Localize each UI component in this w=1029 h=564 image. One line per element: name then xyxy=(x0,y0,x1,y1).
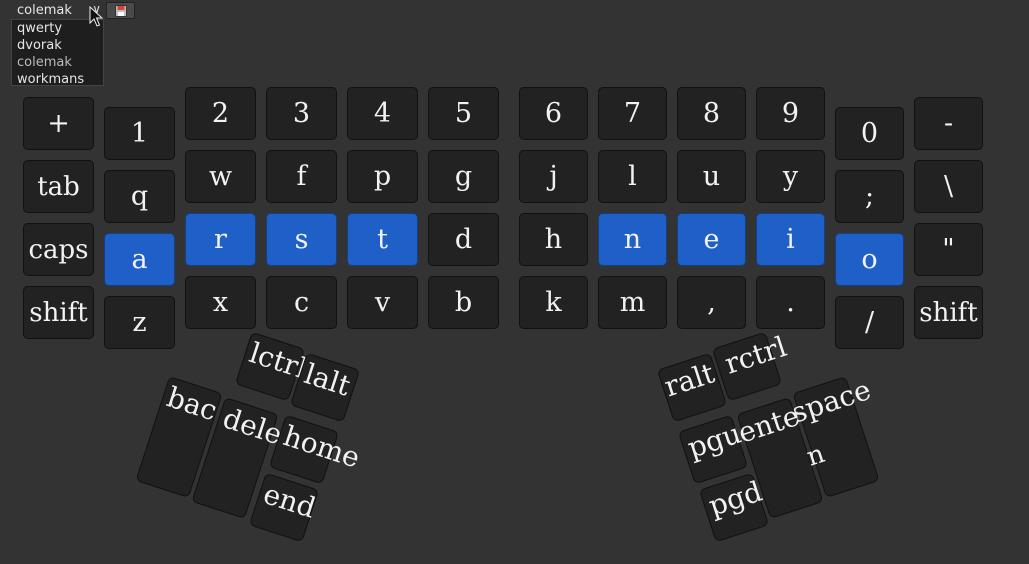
key-backslash[interactable]: \ xyxy=(914,160,983,213)
key-plus[interactable]: + xyxy=(23,97,94,150)
key-left-shift[interactable]: shift xyxy=(23,286,94,339)
key-e[interactable]: e xyxy=(677,213,746,266)
key-g[interactable]: g xyxy=(428,150,499,203)
key-semicolon[interactable]: ; xyxy=(835,170,904,223)
key-i[interactable]: i xyxy=(756,213,825,266)
mouse-cursor-icon xyxy=(89,6,103,27)
key-z[interactable]: z xyxy=(104,296,175,349)
key-q[interactable]: q xyxy=(104,170,175,223)
key-5[interactable]: 5 xyxy=(428,87,499,140)
key-d[interactable]: d xyxy=(428,213,499,266)
key-r[interactable]: r xyxy=(185,213,256,266)
key-k[interactable]: k xyxy=(519,276,588,329)
key-0[interactable]: 0 xyxy=(835,107,904,160)
key-c[interactable]: c xyxy=(266,276,337,329)
key-1[interactable]: 1 xyxy=(104,107,175,160)
key-p[interactable]: p xyxy=(347,150,418,203)
key-o[interactable]: o xyxy=(835,233,904,286)
key-w[interactable]: w xyxy=(185,150,256,203)
save-button[interactable] xyxy=(106,2,135,19)
key-x[interactable]: x xyxy=(185,276,256,329)
layout-option-colemak[interactable]: colemak xyxy=(12,54,103,71)
key-8[interactable]: 8 xyxy=(677,87,746,140)
key-j[interactable]: j xyxy=(519,150,588,203)
layout-select-value: colemak xyxy=(17,3,72,18)
key-7[interactable]: 7 xyxy=(598,87,667,140)
key-end[interactable]: end xyxy=(248,472,320,543)
key-t[interactable]: t xyxy=(347,213,418,266)
key-n[interactable]: n xyxy=(598,213,667,266)
key-s[interactable]: s xyxy=(266,213,337,266)
key-caps[interactable]: caps xyxy=(23,223,94,276)
key-pgup[interactable]: pgu xyxy=(677,414,749,485)
key-tab[interactable]: tab xyxy=(23,160,94,213)
key-comma[interactable]: , xyxy=(677,276,746,329)
key-f[interactable]: f xyxy=(266,150,337,203)
key-b[interactable]: b xyxy=(428,276,499,329)
key-a[interactable]: a xyxy=(104,233,175,286)
key-9[interactable]: 9 xyxy=(756,87,825,140)
key-6[interactable]: 6 xyxy=(519,87,588,140)
layout-option-workmans[interactable]: workmans xyxy=(12,71,103,88)
floppy-disk-icon xyxy=(115,5,127,17)
key-h[interactable]: h xyxy=(519,213,588,266)
key-period[interactable]: . xyxy=(756,276,825,329)
key-quote[interactable]: " xyxy=(914,223,983,276)
key-right-shift[interactable]: shift xyxy=(914,286,983,339)
key-3[interactable]: 3 xyxy=(266,87,337,140)
layout-option-dvorak[interactable]: dvorak xyxy=(12,37,103,54)
key-m[interactable]: m xyxy=(598,276,667,329)
key-2[interactable]: 2 xyxy=(185,87,256,140)
key-y[interactable]: y xyxy=(756,150,825,203)
key-slash[interactable]: / xyxy=(835,296,904,349)
key-minus[interactable]: - xyxy=(914,97,983,150)
key-v[interactable]: v xyxy=(347,276,418,329)
key-u[interactable]: u xyxy=(677,150,746,203)
key-l[interactable]: l xyxy=(598,150,667,203)
layout-options-list: qwerty dvorak colemak workmans xyxy=(11,19,104,88)
key-pgdn[interactable]: pgd xyxy=(698,472,770,543)
key-4[interactable]: 4 xyxy=(347,87,418,140)
